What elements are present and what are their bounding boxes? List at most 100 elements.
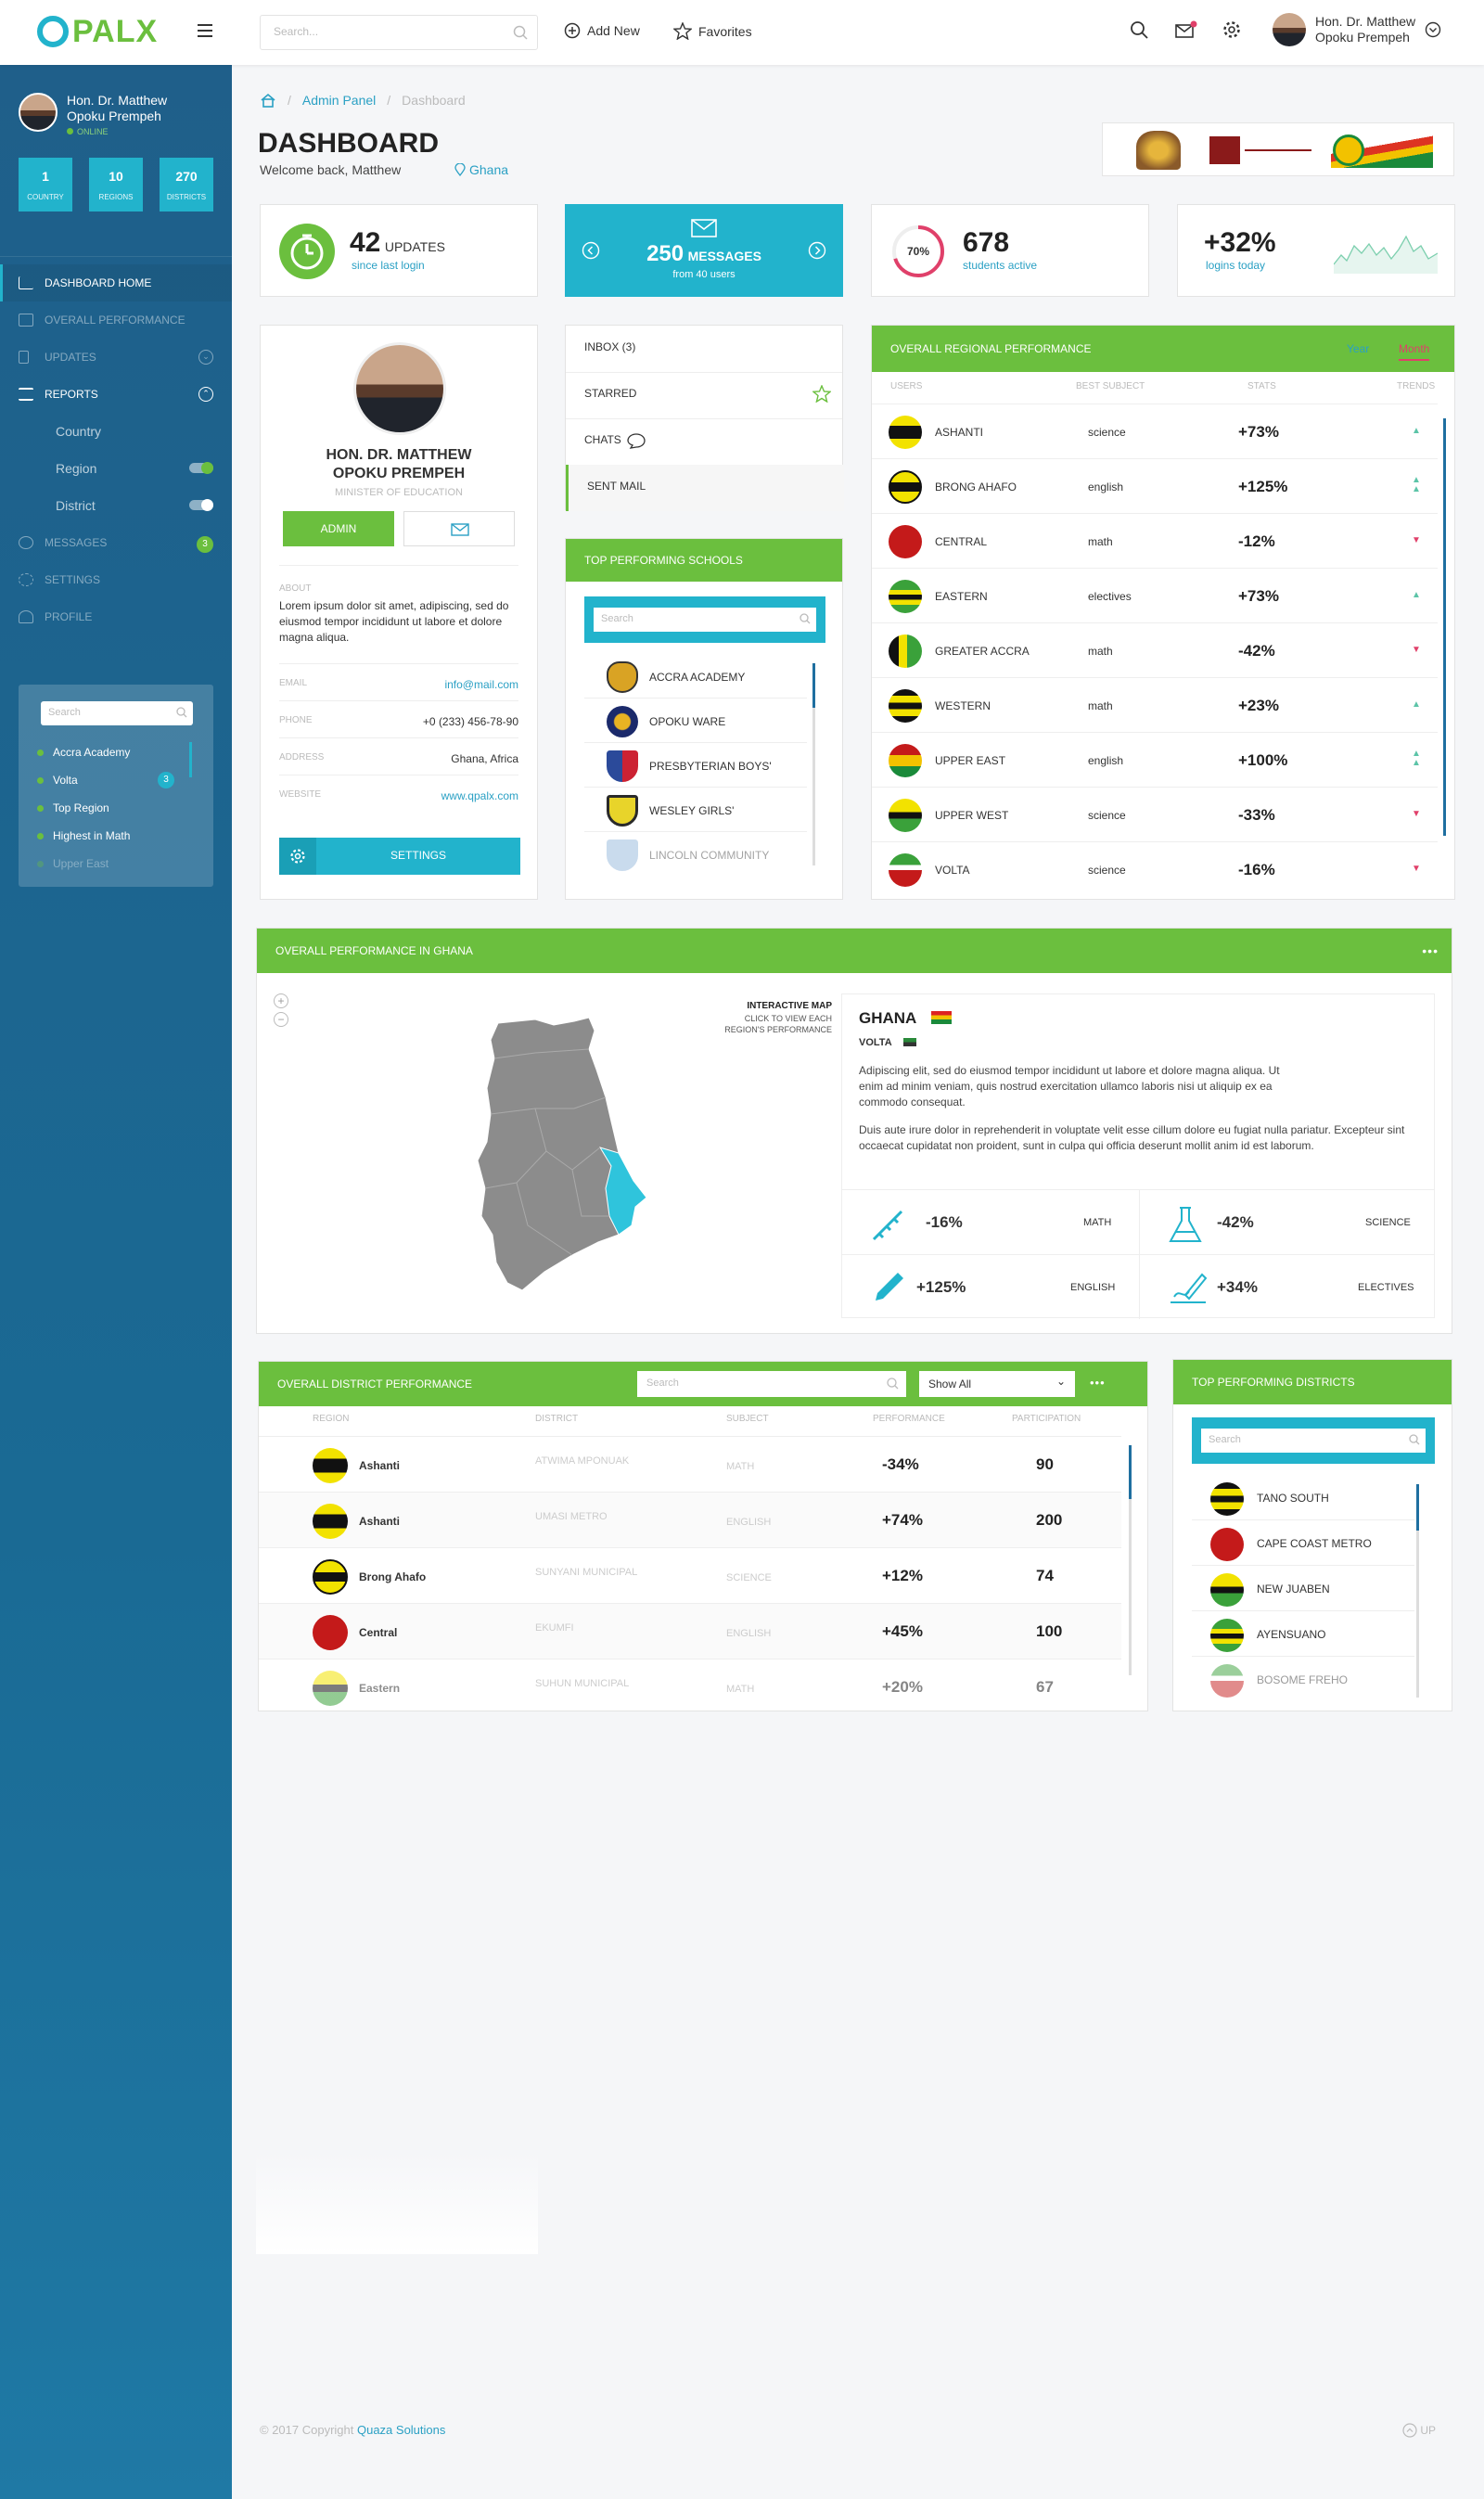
filter-item[interactable]: Highest in Math xyxy=(37,829,130,842)
scrollbar[interactable] xyxy=(1443,418,1446,836)
zoom-in-button[interactable]: + xyxy=(274,993,288,1008)
stat-country[interactable]: 1 COUNTRY xyxy=(19,158,72,211)
menu-toggle-icon[interactable] xyxy=(198,24,212,37)
tab-month[interactable]: Month xyxy=(1399,342,1430,361)
mailbox-sent[interactable]: SENT MAIL xyxy=(566,465,844,511)
add-new-button[interactable]: Add New xyxy=(564,22,640,39)
filter-item[interactable]: Accra Academy xyxy=(37,746,130,759)
document-icon xyxy=(19,314,33,327)
scrollbar[interactable] xyxy=(812,663,815,708)
tab-year[interactable]: Year xyxy=(1347,342,1369,355)
list-item[interactable]: PRESBYTERIAN BOYS' xyxy=(584,743,807,788)
mailbox-chats[interactable]: CHATS xyxy=(566,418,844,465)
nav-reports[interactable]: REPORTS ⌃ xyxy=(0,376,232,413)
home-icon[interactable] xyxy=(260,93,276,108)
mailbox-starred[interactable]: STARRED xyxy=(566,372,844,418)
company-link[interactable]: Quaza Solutions xyxy=(357,2423,445,2437)
scrollbar[interactable] xyxy=(189,742,192,777)
updates-card[interactable]: 42 UPDATES since last login xyxy=(260,204,538,297)
user-menu[interactable]: Hon. Dr. Matthew Opoku Prempeh xyxy=(1273,13,1441,46)
filter-item[interactable]: Upper East xyxy=(37,857,109,870)
table-row[interactable]: WESTERN math +23% ▲ xyxy=(872,677,1438,732)
stat-districts[interactable]: 270 DISTRICTS xyxy=(160,158,213,211)
logo[interactable]: PALX xyxy=(37,13,158,50)
zoom-out-button[interactable]: − xyxy=(274,1012,288,1027)
nav-profile[interactable]: PROFILE xyxy=(0,598,232,635)
nav-dashboard-home[interactable]: DASHBOARD HOME xyxy=(0,264,232,301)
table-row[interactable]: EASTERN electives +73% ▲ xyxy=(872,568,1438,622)
logins-card[interactable]: +32% logins today xyxy=(1177,204,1455,297)
district-filter-select[interactable]: Show All ⌄ xyxy=(919,1371,1075,1397)
table-row[interactable]: Ashanti UMASI METRO ENGLISH +74% 200 xyxy=(259,1492,1121,1547)
nav-settings[interactable]: SETTINGS xyxy=(0,561,232,598)
table-row[interactable]: Ashanti ATWIMA MPONUAK MATH -34% 90 xyxy=(259,1436,1121,1492)
table-row[interactable]: VOLTA science -16% ▼ xyxy=(872,841,1438,896)
nav-sub-region[interactable]: Region xyxy=(0,450,232,487)
location-link[interactable]: Ghana xyxy=(454,162,508,177)
breadcrumb-admin[interactable]: Admin Panel xyxy=(302,93,376,108)
list-item[interactable]: TANO SOUTH xyxy=(1192,1475,1414,1520)
nav-messages[interactable]: MESSAGES 3 xyxy=(0,524,232,561)
filter-item[interactable]: Volta xyxy=(37,774,78,787)
list-item[interactable]: ACCRA ACADEMY xyxy=(584,654,807,698)
chevron-down-icon[interactable]: ⌄ xyxy=(198,350,213,365)
email-value[interactable]: info@mail.com xyxy=(444,678,518,691)
col-header-subject: BEST SUBJECT xyxy=(1076,381,1145,391)
messages-count: 250 xyxy=(646,241,684,266)
districts-search-input[interactable]: Search xyxy=(1201,1429,1426,1453)
ghana-map[interactable] xyxy=(470,1012,665,1300)
messages-card[interactable]: 250 MESSAGES from 40 users xyxy=(565,204,843,297)
scrollbar[interactable] xyxy=(1416,1484,1419,1531)
district-search-input[interactable]: Search xyxy=(637,1371,906,1397)
table-row[interactable]: UPPER WEST science -33% ▼ xyxy=(872,787,1438,841)
list-item[interactable]: AYENSUANO xyxy=(1192,1611,1414,1657)
nav-sub-country[interactable]: Country xyxy=(0,413,232,450)
best-subject: science xyxy=(1088,864,1126,877)
gear-icon[interactable] xyxy=(1222,20,1241,39)
table-row[interactable]: ASHANTI science +73% ▲ xyxy=(872,404,1438,458)
updates-label: UPDATES xyxy=(384,239,445,254)
sidebar-filter-search[interactable]: Search xyxy=(41,701,193,725)
location-pin-icon xyxy=(454,162,466,177)
message-button[interactable] xyxy=(403,511,515,546)
more-options-icon[interactable]: ••• xyxy=(1090,1377,1106,1389)
nav-overall-performance[interactable]: OVERALL PERFORMANCE xyxy=(0,301,232,339)
list-item[interactable]: BOSOME FREHO xyxy=(1192,1657,1414,1701)
search-icon xyxy=(1409,1434,1420,1445)
mail-notification-icon[interactable] xyxy=(1175,20,1197,39)
scroll-up-button[interactable]: UP xyxy=(1402,2423,1436,2438)
list-item[interactable]: NEW JUABEN xyxy=(1192,1566,1414,1611)
table-row[interactable]: Brong Ahafo SUNYANI MUNICIPAL SCIENCE +12% 7… xyxy=(259,1547,1121,1603)
table-row[interactable]: BRONG AHAFO english +125% ▲ ▲ xyxy=(872,458,1438,513)
list-item[interactable]: WESLEY GIRLS' xyxy=(584,788,807,832)
website-value[interactable]: www.qpalx.com xyxy=(441,789,518,802)
region-toggle[interactable] xyxy=(189,462,213,474)
stat-regions[interactable]: 10 REGIONS xyxy=(89,158,143,211)
filter-item[interactable]: Top Region xyxy=(37,801,109,814)
table-row[interactable]: UPPER EAST english +100% ▲ ▲ xyxy=(872,732,1438,787)
table-row[interactable]: Eastern SUHUN MUNICIPAL MATH +20% 67 xyxy=(259,1659,1121,1714)
table-row[interactable]: CENTRAL math -12% ▼ xyxy=(872,513,1438,568)
list-item[interactable]: OPOKU WARE xyxy=(584,698,807,743)
admin-button[interactable]: ADMIN xyxy=(283,511,394,546)
district-toggle[interactable] xyxy=(189,499,213,511)
students-card[interactable]: 70% 678 students active xyxy=(871,204,1149,297)
scrollbar[interactable] xyxy=(1129,1445,1132,1499)
settings-button[interactable]: SETTINGS xyxy=(279,838,520,875)
schools-search-input[interactable]: Search xyxy=(594,608,816,632)
search-icon[interactable] xyxy=(1130,20,1148,39)
nav-sub-district[interactable]: District xyxy=(0,487,232,524)
list-item[interactable]: LINCOLN COMMUNITY xyxy=(584,832,807,877)
mailbox-inbox[interactable]: INBOX (3) xyxy=(566,326,844,372)
table-row[interactable]: GREATER ACCRA math -42% ▼ xyxy=(872,622,1438,677)
table-row[interactable]: Central EKUMFI ENGLISH +45% 100 xyxy=(259,1603,1121,1659)
chevron-up-icon[interactable]: ⌃ xyxy=(198,387,213,402)
flask-icon xyxy=(1169,1207,1202,1242)
map-section-title: OVERALL PERFORMANCE IN GHANA xyxy=(257,929,1452,973)
top-search-input[interactable]: Search... xyxy=(260,15,538,50)
more-options-icon[interactable]: ••• xyxy=(1422,944,1439,957)
list-item[interactable]: CAPE COAST METRO xyxy=(1192,1520,1414,1566)
district-flag-icon xyxy=(1210,1573,1244,1607)
nav-updates[interactable]: UPDATES ⌄ xyxy=(0,339,232,376)
favorites-button[interactable]: Favorites xyxy=(673,22,752,40)
